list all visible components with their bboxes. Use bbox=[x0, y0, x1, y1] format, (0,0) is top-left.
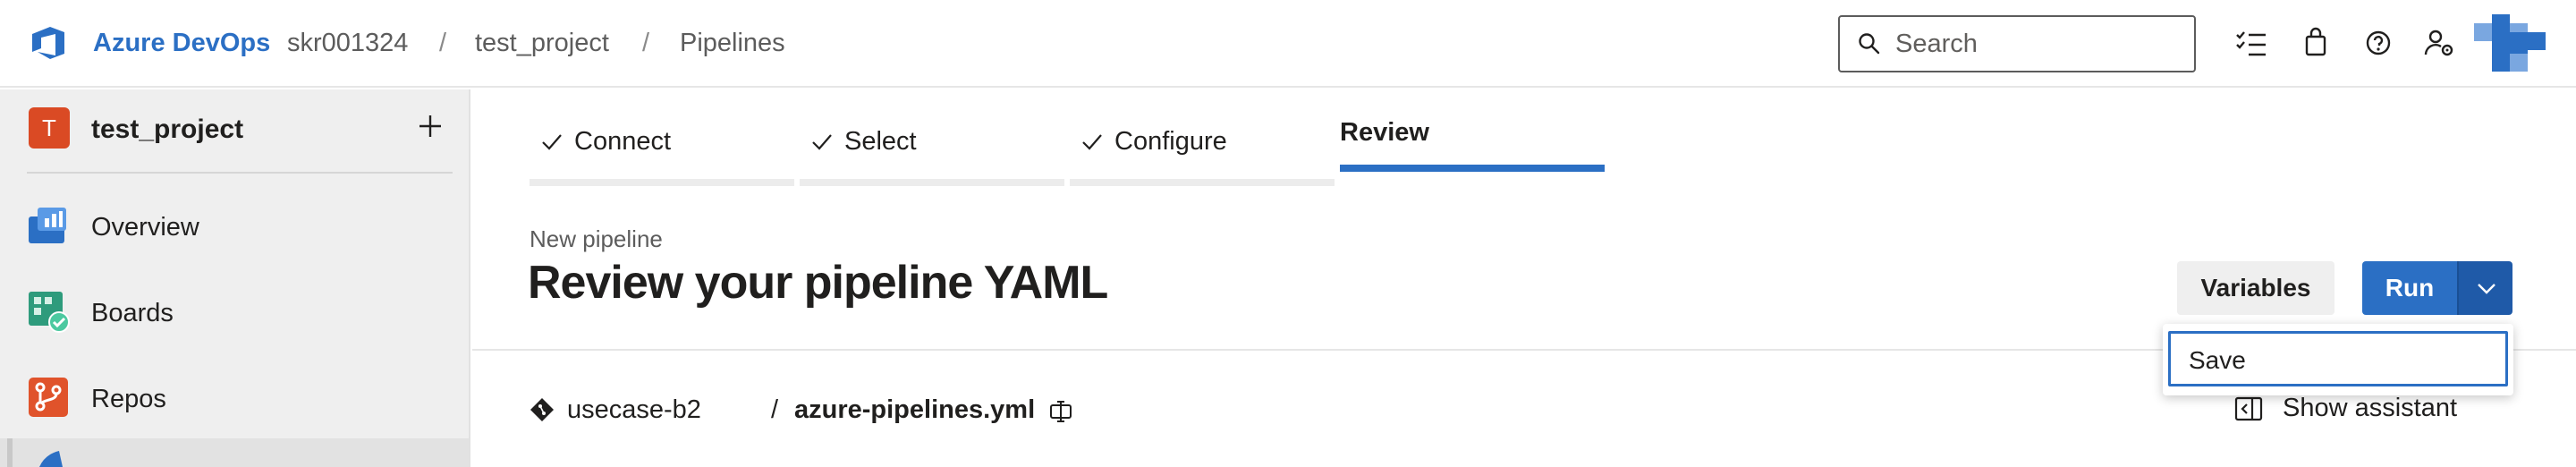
run-dropdown-menu: Save bbox=[2163, 324, 2513, 395]
breadcrumb-separator: / bbox=[642, 29, 650, 57]
user-settings-icon[interactable] bbox=[2422, 25, 2456, 61]
brand-link[interactable]: Azure DevOps bbox=[93, 29, 270, 58]
variables-button[interactable]: Variables bbox=[2177, 261, 2334, 315]
sidebar-divider bbox=[27, 172, 453, 174]
chevron-down-icon bbox=[2478, 284, 2496, 294]
boards-icon bbox=[29, 292, 70, 333]
top-bar: Azure DevOps skr001324 / test_project / … bbox=[0, 0, 2576, 88]
file-name[interactable]: azure-pipelines.yml bbox=[794, 395, 1035, 425]
shopping-bag-icon[interactable] bbox=[2299, 25, 2333, 61]
branch-name[interactable]: usecase-b2 bbox=[567, 395, 701, 425]
page-subtitle: New pipeline bbox=[530, 225, 663, 252]
wizard-step-bar bbox=[1070, 179, 1335, 186]
azure-devops-logo-icon[interactable] bbox=[29, 23, 68, 63]
sidebar-item-pipelines[interactable] bbox=[0, 438, 469, 467]
overview-icon bbox=[29, 208, 66, 243]
sidebar-item-label: Boards bbox=[91, 299, 174, 327]
project-sidebar: T test_project Overview Boards Repos bbox=[0, 89, 470, 467]
run-button[interactable]: Run bbox=[2362, 261, 2457, 315]
wizard-step-label: Select bbox=[844, 127, 917, 156]
active-indicator bbox=[7, 438, 13, 467]
wizard-step-configure[interactable]: Configure bbox=[1070, 123, 1335, 186]
sidebar-item-boards[interactable]: Boards bbox=[0, 274, 469, 349]
task-list-icon[interactable] bbox=[2234, 25, 2268, 61]
save-menu-item[interactable]: Save bbox=[2168, 331, 2508, 386]
wizard-step-connect[interactable]: Connect bbox=[530, 123, 794, 186]
breadcrumb-project[interactable]: test_project bbox=[475, 29, 609, 58]
help-icon[interactable] bbox=[2361, 25, 2395, 61]
wizard-step-bar-active bbox=[1340, 165, 1605, 172]
project-name[interactable]: test_project bbox=[91, 115, 243, 145]
page-title: Review your pipeline YAML bbox=[528, 257, 1108, 309]
show-assistant-label: Show assistant bbox=[2283, 394, 2458, 422]
search-icon bbox=[1859, 33, 1880, 55]
pipelines-icon bbox=[39, 451, 63, 467]
run-dropdown-button[interactable] bbox=[2457, 261, 2512, 315]
sidebar-item-label: Repos bbox=[91, 385, 166, 413]
search-input[interactable] bbox=[1895, 26, 2182, 62]
user-avatar[interactable] bbox=[2474, 14, 2546, 72]
save-menu-label: Save bbox=[2189, 346, 2246, 374]
breadcrumb-organization[interactable]: skr001324 bbox=[287, 29, 408, 58]
wizard-step-bar bbox=[800, 179, 1064, 186]
repos-icon bbox=[29, 378, 68, 417]
wizard-step-label: Connect bbox=[574, 127, 672, 156]
checkmark-icon bbox=[1082, 134, 1102, 150]
main-content: Connect Select Configure Review New pipe… bbox=[472, 89, 2576, 467]
rename-icon[interactable] bbox=[1048, 399, 1073, 424]
breadcrumb-separator: / bbox=[439, 29, 447, 57]
wizard-step-bar bbox=[530, 179, 794, 186]
sidebar-item-overview[interactable]: Overview bbox=[0, 188, 469, 263]
sidebar-item-label: Overview bbox=[91, 213, 199, 242]
plus-icon[interactable] bbox=[417, 113, 444, 140]
checkmark-icon bbox=[542, 134, 562, 150]
search-box[interactable] bbox=[1838, 15, 2196, 72]
wizard-step-label: Review bbox=[1340, 118, 1429, 147]
assistant-panel-icon bbox=[2234, 396, 2263, 421]
wizard-step-review[interactable]: Review bbox=[1340, 118, 1605, 183]
branch-icon bbox=[530, 398, 554, 421]
wizard-step-select[interactable]: Select bbox=[800, 123, 1064, 186]
path-separator: / bbox=[771, 395, 779, 424]
sidebar-item-repos[interactable]: Repos bbox=[0, 360, 469, 435]
checkmark-icon bbox=[812, 134, 832, 150]
wizard-step-label: Configure bbox=[1114, 127, 1227, 156]
breadcrumb-pipelines[interactable]: Pipelines bbox=[680, 29, 785, 58]
project-avatar[interactable]: T bbox=[29, 107, 70, 149]
